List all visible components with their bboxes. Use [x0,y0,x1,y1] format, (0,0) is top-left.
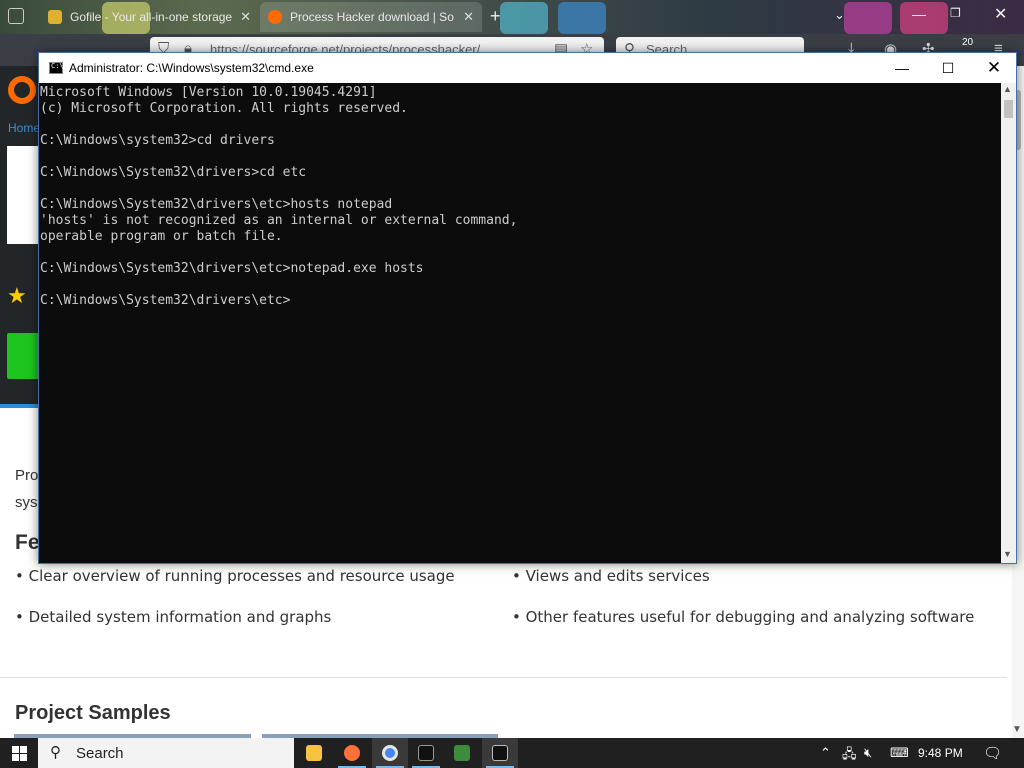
browser-minimize-button[interactable]: — [912,6,926,22]
show-hidden-icons-chevron-icon[interactable]: ⌃ [820,745,831,761]
browser-menu-icon[interactable] [8,8,24,24]
console-line: C:\Windows\System32\drivers\etc>hosts no… [40,197,393,212]
sourceforge-logo-icon[interactable] [8,76,36,104]
browser-tab-bar: Gofile - Your all-in-one storage ✕ Proce… [0,0,1024,34]
list-tabs-icon[interactable]: ⌄ [834,7,845,23]
taskbar-search-box[interactable]: ⚲ Search [38,738,294,768]
tab-decoration [500,2,548,34]
windows-logo-icon [20,754,27,761]
windows-logo-icon [12,754,19,761]
cmd-app-icon[interactable] [49,62,64,74]
taskbar-search-label: Search [76,745,124,762]
taskbar-cmd[interactable] [408,738,444,768]
clock[interactable]: 9:48 PM [918,746,963,760]
tab-gofile[interactable]: Gofile - Your all-in-one storage ✕ [40,2,255,32]
sourceforge-favicon-icon [268,10,282,24]
feature-item: • Clear overview of running processes an… [15,567,455,585]
tab-decoration [558,2,606,34]
cmd-close-button[interactable]: ✕ [971,55,1017,81]
feature-item: • Other features useful for debugging an… [512,608,975,626]
console-line: (c) Microsoft Corporation. All rights re… [40,101,408,116]
taskbar-firefox[interactable] [334,738,370,768]
taskbar: ⚲ Search ⌃ 🖧 🔇︎ ⌨ 9:48 PM 🗨︎ [0,738,1024,768]
download-button[interactable] [7,333,40,379]
terminal-icon [418,745,434,761]
process-hacker-icon [454,745,470,761]
console-line: C:\Windows\System32\drivers>cd etc [40,165,307,180]
breadcrumb-home[interactable]: Home [8,121,40,135]
tab-process-hacker[interactable]: Process Hacker download | So ✕ [260,2,482,32]
taskbar-process-hacker[interactable] [444,738,480,768]
new-tab-button[interactable]: + [490,6,501,27]
taskbar-file-explorer[interactable] [296,738,332,768]
tab-decoration [844,2,892,34]
taskbar-chrome[interactable] [372,738,408,768]
taskbar-cmd-admin[interactable] [482,738,518,768]
scroll-down-arrow-icon[interactable]: ▼ [1012,724,1022,735]
volume-muted-icon[interactable]: 🔇︎ [864,745,872,761]
project-samples-heading: Project Samples [15,702,171,724]
folder-icon [306,745,322,761]
notification-badge: 20 [962,37,974,48]
language-icon[interactable]: ⌨ [890,745,909,761]
section-divider [0,677,1007,678]
cmd-window[interactable]: Administrator: C:\Windows\system32\cmd.e… [38,52,1017,564]
console-line: 'hosts' is not recognized as an internal… [40,213,518,228]
tab-underline [0,404,40,408]
terminal-icon [492,745,508,761]
cmd-scrollbar[interactable]: ▲ ▼ [1001,83,1016,563]
console-prompt[interactable]: C:\Windows\System32\drivers\etc> [40,293,1001,309]
firefox-icon [344,745,360,761]
cmd-window-title: Administrator: C:\Windows\system32\cmd.e… [69,61,314,75]
start-button[interactable] [0,738,38,768]
cmd-maximize-button[interactable]: ☐ [925,55,971,81]
notification-center-icon[interactable]: 🗨︎ [983,744,1002,762]
windows-logo-icon [20,746,27,753]
project-description-line: sys [15,494,38,511]
feature-item: • Detailed system information and graphs [15,608,332,626]
tab-close-icon[interactable]: ✕ [455,9,474,25]
scroll-down-arrow-icon[interactable]: ▼ [1003,549,1012,559]
cmd-title-bar[interactable]: Administrator: C:\Windows\system32\cmd.e… [39,53,1016,83]
search-icon: ⚲ [50,744,61,761]
cmd-console-output[interactable]: Microsoft Windows [Version 10.0.19045.42… [39,83,1001,563]
gofile-favicon-icon [48,10,62,24]
project-description-line: Pro [15,467,39,484]
tab-label: Gofile - Your all-in-one storage [70,10,233,24]
scroll-up-arrow-icon[interactable]: ▲ [1003,84,1012,94]
cmd-minimize-button[interactable]: — [879,55,925,81]
browser-restore-button[interactable]: ❐ [950,6,961,20]
console-line: C:\Windows\System32\drivers\etc>notepad.… [40,261,424,276]
windows-logo-icon [12,746,19,753]
console-line: C:\Windows\system32>cd drivers [40,133,275,148]
console-line: Microsoft Windows [Version 10.0.19045.42… [40,85,377,100]
cmd-scrollbar-thumb[interactable] [1004,100,1013,118]
tab-close-icon[interactable]: ✕ [232,9,251,25]
console-line: operable program or batch file. [40,229,283,244]
project-icon-card [7,146,40,244]
rating-star-icon: ★ [7,283,27,308]
chrome-icon [382,745,398,761]
feature-item: • Views and edits services [512,567,710,585]
tab-label: Process Hacker download | So [290,10,454,24]
network-icon[interactable]: 🖧 [842,745,857,767]
browser-close-button[interactable]: ✕ [994,4,1007,24]
